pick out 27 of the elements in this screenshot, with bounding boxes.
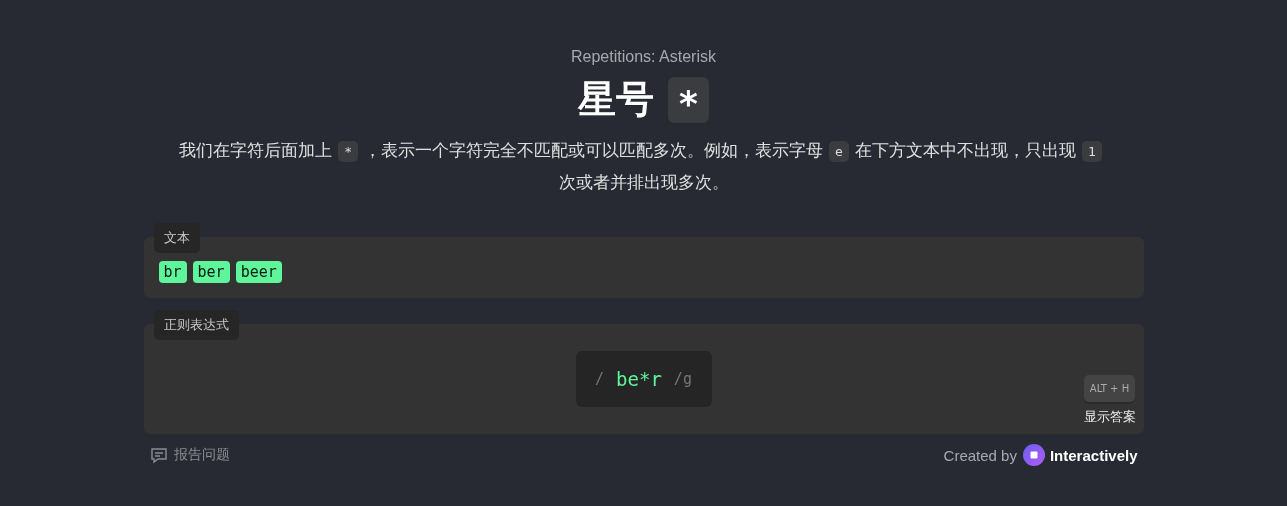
shortcut-key: ALT + H	[1083, 375, 1136, 402]
description-text: 我们在字符后面加上	[179, 140, 333, 160]
show-answer-button[interactable]: 显示答案	[1083, 408, 1136, 426]
code-chip: 1	[1081, 141, 1102, 162]
match-word: beer	[235, 261, 282, 283]
match-word: br	[158, 261, 187, 283]
description-text: 在下方文本中不出现，	[854, 140, 1025, 160]
panel-label: 文本	[153, 223, 200, 253]
regex-delimiter: /	[595, 370, 605, 388]
code-chip: e	[829, 141, 849, 162]
subtitle: Repetitions: Asterisk	[570, 48, 717, 66]
brand-link[interactable]: Interactively	[1022, 444, 1138, 466]
comment-icon	[149, 446, 168, 464]
code-chip: *	[338, 141, 359, 162]
logo-icon	[1022, 444, 1045, 466]
regex-pattern: be*r	[616, 368, 662, 390]
description-text: 只出现	[1024, 140, 1076, 160]
heading: 星号	[578, 76, 655, 123]
description-text: 次或者并排出现多次。	[558, 172, 729, 192]
regex-flags: /g	[673, 370, 692, 388]
regex-field[interactable]: / be*r /g	[575, 351, 712, 407]
description-text: ，表示一个字符完全不匹配或可以匹配多次。例如，表示字母	[364, 140, 824, 160]
panel-label: 正则表达式	[153, 310, 239, 340]
created-by-text: Created by	[943, 446, 1017, 464]
heading-symbol: *	[668, 76, 709, 123]
report-link[interactable]: 报告问题	[149, 446, 230, 464]
match-word: ber	[192, 261, 230, 283]
